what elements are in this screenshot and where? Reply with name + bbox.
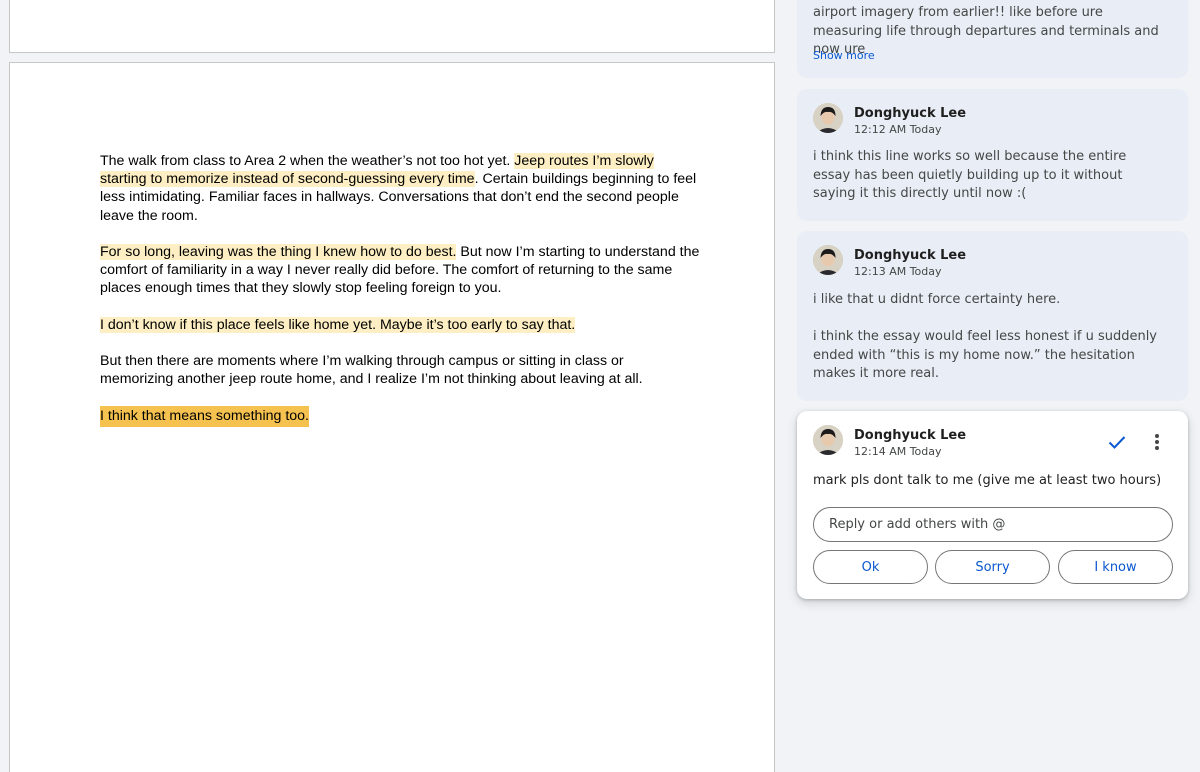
avatar [813, 103, 843, 133]
comment-card[interactable]: Donghyuck Lee 12:12 AM Today i think thi… [797, 89, 1188, 221]
comment-card-previous[interactable]: airport imagery from earlier!! like befo… [797, 0, 1188, 78]
comment-author: Donghyuck Lee [854, 428, 967, 443]
comment-paragraph: i think this line works so well because … [813, 149, 1127, 201]
document-paragraph[interactable]: I think that means something too. [100, 405, 700, 427]
comment-timestamp: 12:13 AM Today [854, 265, 942, 278]
comment-paragraph: i like that u didnt force certainty here… [813, 292, 1061, 307]
document-paragraph[interactable]: The walk from class to Area 2 when the w… [100, 152, 700, 225]
comment-text: i think this line works so well because … [813, 148, 1163, 204]
comment-paragraph: i think the essay would feel less honest… [813, 329, 1158, 381]
avatar [813, 425, 843, 455]
active-comment-highlight: I think that means something too. [100, 405, 309, 427]
show-more-link[interactable]: Show more [813, 49, 875, 62]
document-paragraph[interactable]: For so long, leaving was the thing I kne… [100, 243, 700, 298]
document-paragraph[interactable]: I don’t know if this place feels like ho… [100, 316, 700, 334]
document-page[interactable]: The walk from class to Area 2 when the w… [9, 62, 775, 772]
commented-text-highlight: I don’t know if this place feels like ho… [100, 316, 576, 333]
comment-timestamp: 12:14 AM Today [854, 445, 942, 458]
comment-card[interactable]: Donghyuck Lee 12:13 AM Today i like that… [797, 231, 1188, 401]
quick-reply-i-know-button[interactable]: I know [1058, 550, 1173, 584]
comment-author: Donghyuck Lee [854, 106, 967, 121]
more-vert-icon[interactable] [1146, 430, 1168, 454]
quick-reply-ok-button[interactable]: Ok [813, 550, 928, 584]
comment-text: mark pls dont talk to me (give me at lea… [813, 473, 1162, 488]
reply-input[interactable] [813, 507, 1173, 542]
text-run: The walk from class to Area 2 when the w… [100, 153, 515, 169]
comment-card-active[interactable]: Donghyuck Lee 12:14 AM Today mark pls do… [797, 411, 1188, 599]
checkmark-icon[interactable] [1105, 430, 1129, 454]
document-paragraph[interactable]: But then there are moments where I’m wal… [100, 352, 700, 388]
document-body[interactable]: The walk from class to Area 2 when the w… [100, 152, 700, 443]
comment-text: i like that u didnt force certainty here… [813, 291, 1163, 384]
comment-timestamp: 12:12 AM Today [854, 123, 942, 136]
commented-text-highlight: For so long, leaving was the thing I kne… [100, 244, 457, 260]
document-page-previous [9, 0, 775, 53]
text-run: But then there are moments where I’m wal… [100, 353, 643, 388]
quick-reply-sorry-button[interactable]: Sorry [935, 550, 1050, 584]
comment-author: Donghyuck Lee [854, 248, 967, 263]
avatar [813, 245, 843, 275]
